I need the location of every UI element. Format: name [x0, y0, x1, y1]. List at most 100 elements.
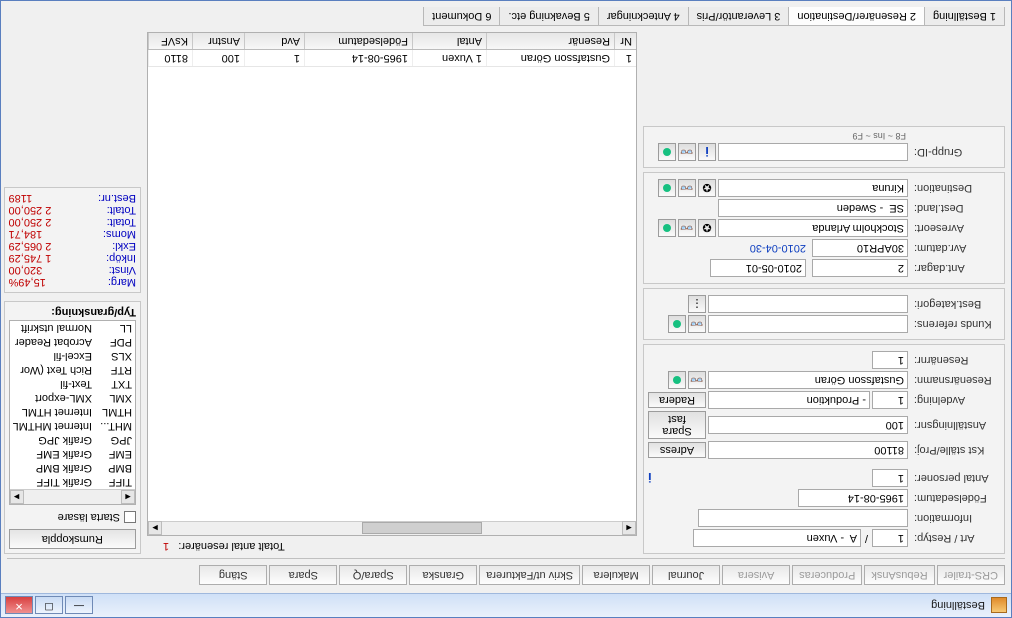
close-button[interactable]: ✕ — [5, 597, 33, 615]
col-nr[interactable]: Nr — [614, 33, 636, 49]
grupp-id-binoculars-icon[interactable]: 👓 — [678, 143, 696, 161]
lbl-avreseort: Avreseort: — [908, 222, 1000, 234]
art-input[interactable] — [872, 529, 908, 547]
avdelning-nr-input[interactable] — [872, 391, 908, 409]
avreseort-go-icon[interactable] — [658, 219, 676, 237]
journal-button[interactable]: Journal — [652, 565, 720, 585]
best-kategori-input[interactable] — [708, 295, 908, 313]
produceras-button[interactable]: Produceras — [792, 565, 862, 585]
antal-personer-input[interactable] — [872, 469, 908, 487]
radera-button[interactable]: Radera — [648, 392, 706, 408]
type-list-item[interactable]: BMPGrafik BMP — [10, 461, 135, 475]
type-list-item[interactable]: JPGGrafik JPG — [10, 433, 135, 447]
best-kategori-dropdown-icon[interactable]: ⋮ — [688, 295, 706, 313]
scroll-right-icon[interactable]: ► — [148, 522, 162, 536]
kunds-referens-go-icon[interactable] — [668, 315, 686, 333]
col-fodelsedatum[interactable]: Födelsedatum — [304, 33, 412, 49]
resenarnamn-go-icon[interactable] — [668, 371, 686, 389]
kststalle-input[interactable] — [708, 441, 908, 459]
adress-button[interactable]: Adress — [648, 442, 706, 458]
ant-dagar-input[interactable] — [812, 259, 908, 277]
scroll-left-icon[interactable]: ◄ — [622, 522, 636, 536]
tab-resenarer-destination[interactable]: 2 Resenärer/Destination — [788, 7, 925, 26]
dest-land-input[interactable] — [718, 199, 908, 217]
resenarnamn-input[interactable] — [708, 371, 908, 389]
type-scroll-right-icon[interactable]: ► — [10, 490, 24, 504]
rumskoppla-panel: Rumskoppla Starta läsare ◄ ► TIFFGrafik … — [4, 301, 141, 554]
destination-globe-icon[interactable]: ✪ — [698, 179, 716, 197]
minimize-button[interactable]: — — [65, 597, 93, 615]
col-avd[interactable]: Avd — [244, 33, 304, 49]
resenarnr-input[interactable] — [872, 351, 908, 369]
destination-input[interactable] — [718, 179, 908, 197]
type-list[interactable]: ◄ ► TIFFGrafik TIFFBMPGrafik BMPEMFGrafi… — [9, 320, 136, 505]
rebusansk-button[interactable]: RebusAnsk — [864, 565, 934, 585]
destination-go-icon[interactable] — [658, 179, 676, 197]
cell-resenar: Gustafsson Göran — [486, 50, 614, 66]
tab-dokument[interactable]: 6 Dokument — [423, 7, 500, 26]
spara-q-button[interactable]: Spara/Q — [339, 565, 407, 585]
summary-row: Totalt:2 250,00 — [9, 216, 136, 228]
table-row[interactable]: 1 Gustafsson Göran 1 Vuxen 1965-08-14 1 … — [148, 50, 636, 67]
restyp-input[interactable] — [693, 529, 861, 547]
resenarnamn-binoculars-icon[interactable]: 👓 — [688, 371, 706, 389]
avr-datum-input[interactable] — [812, 239, 908, 257]
cell-antal: 1 Vuxen — [412, 50, 486, 66]
grupp-id-info-icon[interactable]: i — [698, 143, 716, 161]
granska-button[interactable]: Granska — [409, 565, 477, 585]
type-list-item[interactable]: XMLXML-export — [10, 391, 135, 405]
col-antal[interactable]: Antal — [412, 33, 486, 49]
lbl-kunds-referens: Kunds referens: — [908, 318, 1000, 330]
rumskoppla-button[interactable]: Rumskoppla — [9, 529, 136, 549]
avdelning-txt-input[interactable] — [708, 391, 870, 409]
type-list-item[interactable]: LLNormal utskrift — [10, 321, 135, 335]
avreseort-binoculars-icon[interactable]: 👓 — [678, 219, 696, 237]
type-list-item[interactable]: TXTText-fil — [10, 377, 135, 391]
avreseort-globe-icon[interactable]: ✪ — [698, 219, 716, 237]
tab-leverantor-pris[interactable]: 3 Leverantör/Pris — [688, 7, 790, 26]
cell-avd: 1 — [244, 50, 304, 66]
type-list-item[interactable]: RTFRich Text (Wor — [10, 363, 135, 377]
grid-hscroll[interactable]: ◄ ► — [148, 521, 636, 535]
window-frame: Beställning — ☐ ✕ CRS-trailer RebusAnsk … — [0, 0, 1012, 618]
destination-binoculars-icon[interactable]: 👓 — [678, 179, 696, 197]
type-scroll-left-icon[interactable]: ◄ — [121, 490, 135, 504]
makulera-button[interactable]: Makulera — [582, 565, 650, 585]
skriv-ut-button[interactable]: Skriv ut/Fakturera — [479, 565, 580, 585]
type-list-item[interactable]: TIFFGrafik TIFF — [10, 475, 135, 489]
grupp-id-go-icon[interactable] — [658, 143, 676, 161]
fodelsedatum-input[interactable] — [798, 489, 908, 507]
maximize-button[interactable]: ☐ — [35, 597, 63, 615]
tab-bestallning[interactable]: 1 Beställning — [924, 7, 1005, 26]
spara-fast-button[interactable]: Spara fast — [648, 411, 706, 439]
col-ksvf[interactable]: KsVF — [148, 33, 192, 49]
type-list-item[interactable]: PDFAcrobat Reader — [10, 335, 135, 349]
kunds-referens-binoculars-icon[interactable]: 👓 — [688, 315, 706, 333]
cell-anstnr: 100 — [192, 50, 244, 66]
col-resenar[interactable]: Resenär — [486, 33, 614, 49]
scroll-thumb[interactable] — [362, 523, 482, 535]
avisera-button[interactable]: Avisera — [722, 565, 790, 585]
type-list-item[interactable]: MHT...Internet MHTML — [10, 419, 135, 433]
kunds-referens-input[interactable] — [708, 315, 908, 333]
type-list-item[interactable]: XLSExcel-fil — [10, 349, 135, 363]
avreseort-input[interactable] — [718, 219, 908, 237]
client-area: CRS-trailer RebusAnsk Produceras Avisera… — [1, 1, 1011, 593]
crs-trailer-button[interactable]: CRS-trailer — [937, 565, 1005, 585]
tab-bevakning[interactable]: 5 Bevakning etc. — [499, 7, 598, 26]
ant-dagar-date[interactable] — [710, 259, 806, 277]
tab-anteckningar[interactable]: 4 Anteckningar — [598, 7, 689, 26]
type-list-item[interactable]: EMFGrafik EMF — [10, 447, 135, 461]
col-anstnr[interactable]: Anstnr — [192, 33, 244, 49]
starta-lasare-checkbox[interactable] — [124, 511, 136, 523]
spara-button[interactable]: Spara — [269, 565, 337, 585]
stang-button[interactable]: Stäng — [199, 565, 267, 585]
information-input[interactable] — [698, 509, 908, 527]
type-list-item[interactable]: HTMLInternet HTML — [10, 405, 135, 419]
summary-row: Moms:184,71 — [9, 228, 136, 240]
anstallningsnr-input[interactable] — [708, 416, 908, 434]
tabstrip: 1 Beställning 2 Resenärer/Destination 3 … — [7, 7, 1005, 26]
trip-panel: Ant.dagar: Avr.datum: 2010-04-30 Avreseo… — [643, 172, 1005, 284]
info-icon[interactable]: i — [648, 471, 652, 486]
grupp-id-input[interactable] — [718, 143, 908, 161]
